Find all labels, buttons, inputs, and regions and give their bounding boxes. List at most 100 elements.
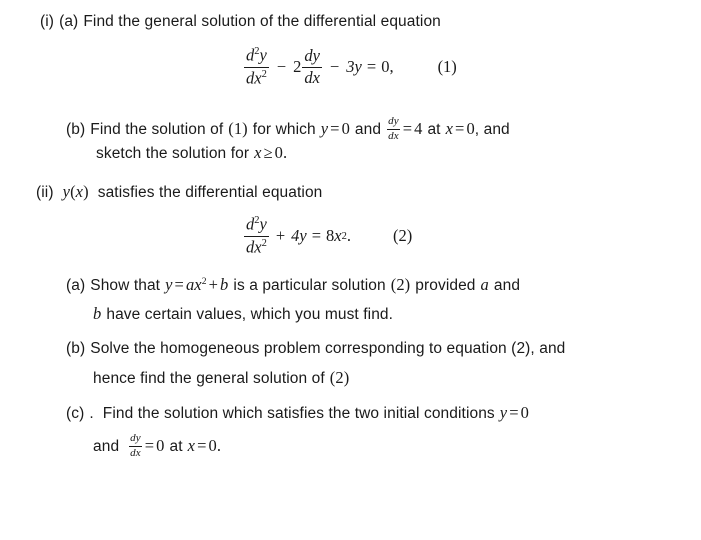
q-ii-c-period: .	[216, 436, 222, 456]
document-page: (i) (a) Find the general solution of the d…	[0, 0, 701, 540]
q-ii-c-zero: 0	[520, 403, 529, 422]
q-ii-c-dy: dy	[130, 432, 141, 444]
q-i-b-line2-x: x	[254, 143, 262, 162]
label-ii-b: (b)	[66, 340, 86, 357]
eq1-dx: dx	[304, 68, 320, 88]
q-i-b-at: at	[427, 121, 441, 139]
q-ii-a-plus: +	[208, 275, 219, 295]
q-ii-intro-text: satisfies the differential equation	[97, 184, 323, 201]
q-ii-b-line1-text: Solve the homogeneous problem correspond…	[90, 340, 566, 357]
equation-1-number: (1)	[437, 57, 457, 77]
eq1-rhs: 0,	[381, 57, 394, 77]
q-ii-x: x	[75, 182, 84, 201]
q-i-b-tail: , and	[474, 121, 510, 139]
q-i-b-dx: dx	[388, 129, 399, 142]
eq2-den-dx: dx	[246, 237, 262, 257]
equation-2-number: (2)	[393, 226, 413, 246]
label-ii-c: (c)	[66, 405, 85, 422]
question-ii-b-line1: (b) Solve the homogeneous problem corresp…	[66, 341, 565, 357]
q-ii-a-x-exp: 2	[201, 276, 207, 287]
eq1-minus-sign: −	[276, 57, 287, 77]
q-ii-c-dx: dx	[130, 446, 141, 459]
q-i-b-dy: dy	[388, 115, 399, 127]
q-ii-c-zero-3: 0	[208, 436, 217, 456]
q-i-b-text-pre: Find the solution of	[90, 121, 224, 139]
q-ii-a-ref-2: (2)	[390, 275, 411, 295]
question-ii-a-line2: b have certain values, which you must fin…	[93, 305, 394, 323]
q-ii-c-and: and	[93, 438, 120, 456]
label-part-i: (i)	[40, 13, 55, 30]
eq1-den-exp: 2	[261, 69, 267, 81]
q-ii-a-x: x	[194, 275, 202, 295]
q-ii-a-y: y	[165, 275, 173, 295]
question-ii-a-line1: (a) Show that y = a x2 + b is a particular solut…	[66, 275, 521, 295]
q-i-b-ref-1: (1)	[228, 119, 248, 139]
q-ii-y: y	[62, 182, 71, 201]
q-i-b-zero-2: 0	[466, 119, 475, 139]
eq1-den-dx: dx	[246, 68, 262, 88]
equation-1-derivative-second: d2y dx2	[244, 46, 269, 87]
q-i-b-four: 4	[414, 119, 423, 139]
label-i-a: (a)	[59, 13, 79, 30]
q-ii-c-equals-2: =	[144, 436, 155, 456]
eq1-num-d: d	[246, 46, 255, 65]
q-ii-paren-close: )	[83, 182, 89, 201]
label-i-b: (b)	[66, 121, 86, 139]
q-ii-a-and: and	[493, 277, 521, 295]
q-ii-c-equals: =	[509, 403, 519, 422]
equation-1: d2y dx2 − 2 dy dx − 3y = 0, (1)	[243, 46, 457, 88]
q-ii-a-provided: provided	[415, 277, 476, 295]
q-i-b-line2-zero: 0	[274, 143, 284, 162]
q-i-b-dy-dx-fraction: dy dx	[387, 115, 400, 142]
q-i-b-line2-period: .	[283, 143, 288, 162]
question-i-b-line2: sketch the solution for x ≥0.	[96, 143, 288, 162]
label-ii-a: (a)	[66, 277, 86, 295]
q-ii-c-zero-2: 0	[156, 436, 165, 456]
question-ii-c-line1: (c). Find the solution which satisfies th…	[66, 403, 529, 422]
q-i-b-ge-sign: ≥	[263, 143, 273, 162]
eq1-minus-sign-2: −	[329, 57, 340, 77]
eq1-num-y: y	[259, 46, 267, 65]
eq2-num-d: d	[246, 215, 255, 234]
question-i-b-line1: (b) Find the solution of (1) for which y = 0 an…	[66, 115, 510, 142]
question-i-a-text: Find the general solution of the differe…	[83, 13, 441, 30]
q-i-b-text-mid: for which	[252, 121, 316, 139]
question-ii-intro: (ii) y(x) satisfies the differential equat…	[36, 182, 323, 201]
eq2-den-exp: 2	[261, 238, 267, 250]
q-i-b-and: and	[354, 121, 382, 139]
q-ii-c-at: at	[169, 438, 183, 456]
q-ii-a-pre: Show that	[90, 277, 161, 295]
label-part-ii: (ii)	[36, 184, 54, 201]
q-i-b-equals-3: =	[455, 119, 465, 139]
q-ii-a-equals: =	[174, 275, 184, 295]
q-ii-c-line1-text: Find the solution which satisfies the tw…	[102, 405, 495, 422]
q-ii-a-line2-text: have certain values, which you must find…	[106, 306, 394, 323]
eq2-num-y: y	[259, 215, 267, 234]
eq2-term-4y: 4y	[291, 226, 307, 246]
eq1-term-3y: 3y	[346, 57, 362, 77]
q-i-b-equals-2: =	[402, 119, 413, 139]
q-i-b-equals: =	[330, 119, 340, 139]
eq1-coefficient-2: 2	[293, 57, 302, 77]
question-ii-b-line2: hence find the general solution of (2)	[93, 368, 350, 387]
q-ii-a-b: b	[220, 275, 229, 295]
q-ii-c-stray-period: .	[89, 405, 94, 422]
eq1-equals: =	[366, 57, 377, 77]
question-ii-c-line2: and dy dx = 0 at x = 0.	[93, 432, 222, 459]
equation-1-derivative-first: dy dx	[302, 47, 322, 87]
eq2-rhs-var: x	[334, 226, 342, 246]
eq2-rhs-period: .	[346, 226, 352, 246]
q-i-b-x: x	[445, 119, 454, 139]
q-ii-a-var-a: a	[480, 275, 489, 295]
equation-2: d2y dx2 + 4y = 8x2. (2)	[243, 215, 412, 257]
q-ii-b-line2-pre: hence find the general solution of	[93, 370, 325, 387]
equation-2-derivative-second: d2y dx2	[244, 215, 269, 256]
q-i-b-zero: 0	[341, 119, 350, 139]
eq2-equals: =	[311, 226, 322, 246]
eq1-dy: dy	[304, 46, 320, 65]
question-i-a-line: (i) (a) Find the general solution of the d…	[40, 14, 441, 30]
q-i-b-line2-pre: sketch the solution for	[96, 145, 250, 162]
q-ii-b-ref-2: (2)	[329, 368, 350, 387]
q-ii-c-x: x	[187, 436, 196, 456]
q-ii-c-dy-dx-fraction: dy dx	[129, 432, 142, 459]
